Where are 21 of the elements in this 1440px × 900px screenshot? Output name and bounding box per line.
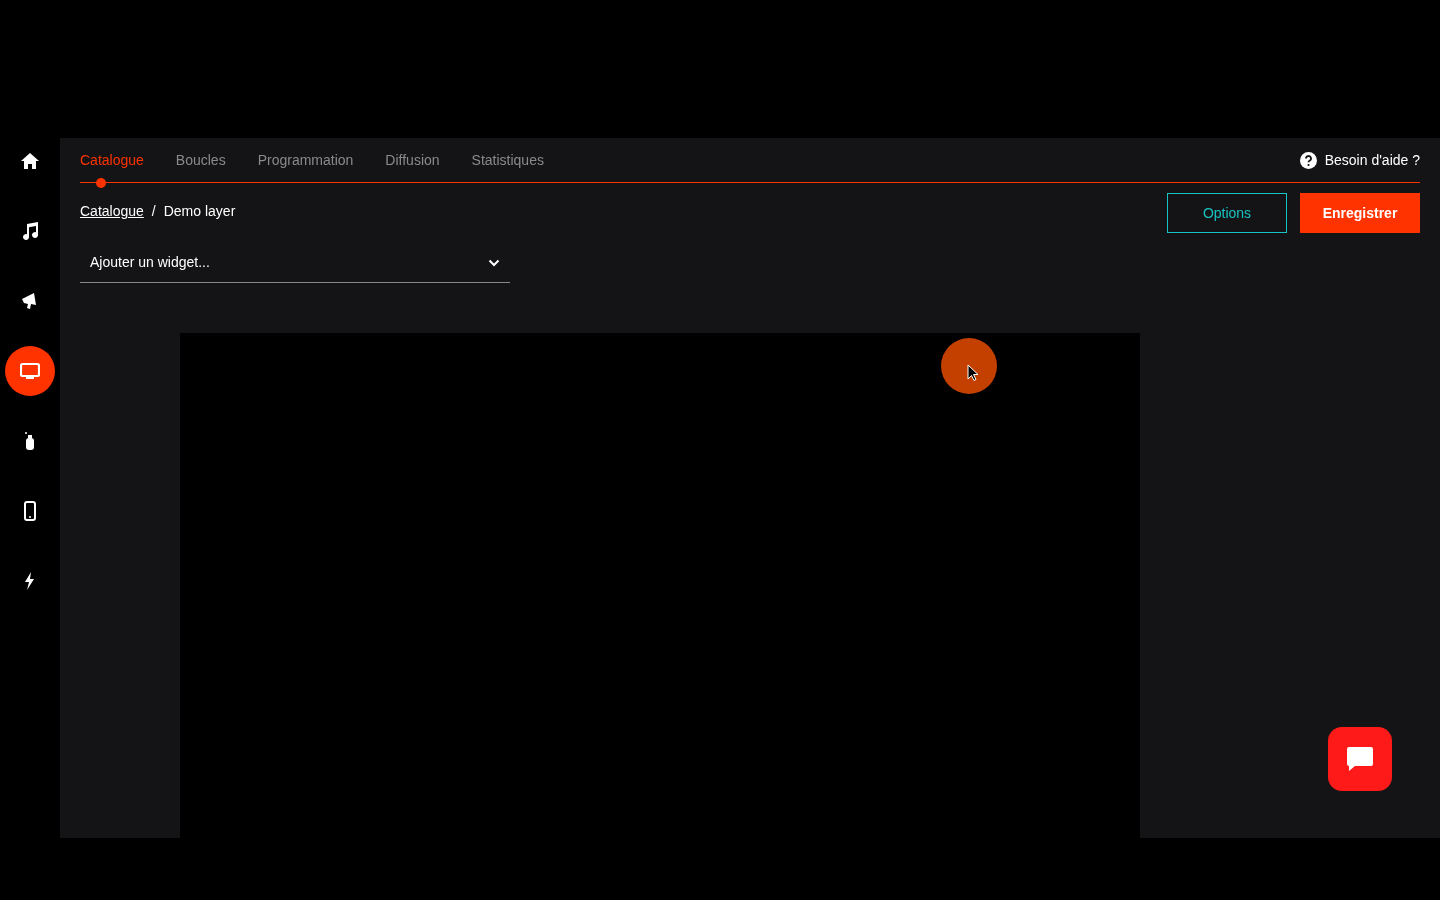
nav-tab[interactable]: Programmation	[257, 149, 354, 171]
monitor-icon	[20, 361, 40, 381]
nav-tab[interactable]: Catalogue	[80, 149, 144, 171]
breadcrumb-current: Demo layer	[163, 202, 236, 221]
help-link[interactable]: Besoin d'aide ?	[1324, 149, 1420, 171]
save-button[interactable]: Enregistrer	[1300, 193, 1420, 233]
nav-tab[interactable]: Diffusion	[385, 149, 440, 171]
cursor-icon	[967, 364, 979, 382]
help-icon	[1299, 151, 1317, 169]
chat-bubble-icon	[1346, 746, 1374, 772]
widget-select[interactable]: Ajouter un widget...	[80, 243, 510, 283]
options-button[interactable]: Options	[1167, 193, 1287, 233]
breadcrumb-separator: /	[151, 202, 156, 221]
chevron-down-icon	[488, 258, 500, 267]
nav-tab[interactable]: Boucles	[175, 149, 226, 171]
nav-tab[interactable]: Statistiques	[471, 149, 544, 171]
music-icon	[20, 221, 40, 241]
breadcrumb-link[interactable]: Catalogue	[80, 201, 144, 222]
home-icon	[20, 151, 40, 171]
chat-button[interactable]	[1328, 727, 1392, 791]
sidebar-item[interactable]	[5, 346, 55, 396]
